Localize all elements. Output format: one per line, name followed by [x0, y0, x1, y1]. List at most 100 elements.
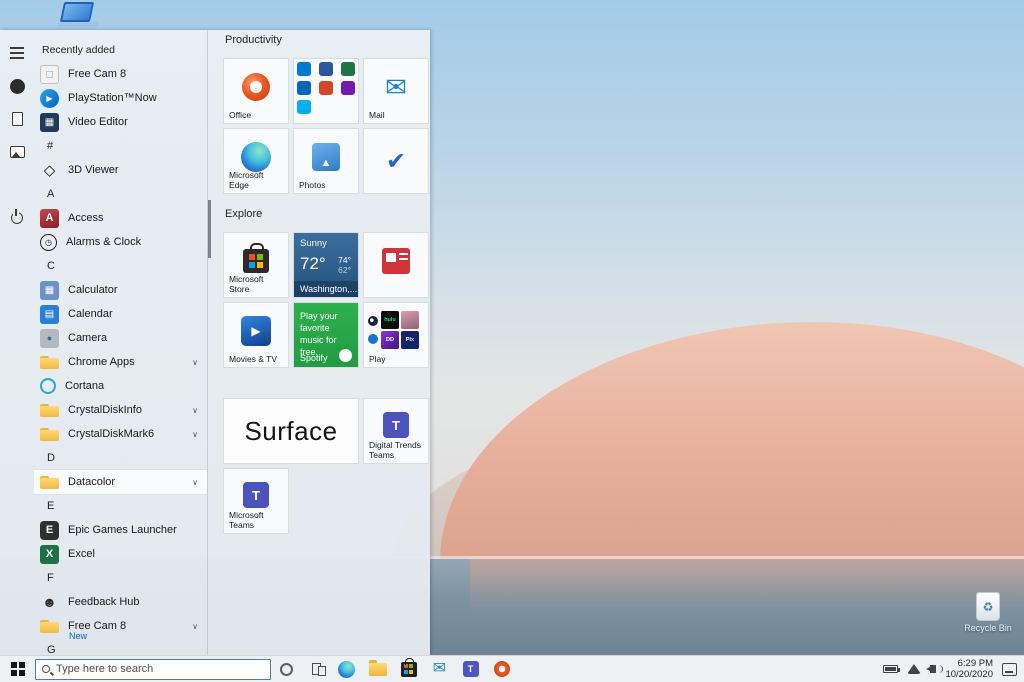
app-item-playstation-now[interactable]: ▶PlayStation™Now [34, 86, 207, 110]
tile-label: Mail [369, 110, 425, 120]
feedback-hub-icon: ☻ [40, 593, 59, 612]
app-list-letter-D[interactable]: D [34, 446, 207, 470]
file-explorer-icon [369, 663, 387, 676]
action-center-icon[interactable] [1002, 663, 1017, 676]
tile-digital-trends-teams[interactable]: TDigital Trends Teams [363, 398, 429, 464]
app-item-3d-viewer[interactable]: ◇3D Viewer [34, 158, 207, 182]
taskbar-file-explorer-button[interactable] [362, 656, 393, 682]
taskbar-office-button[interactable] [486, 656, 517, 682]
excel-icon [341, 62, 355, 76]
search-input[interactable] [56, 663, 264, 675]
calendar-icon: ▤ [40, 305, 59, 324]
documents-button[interactable] [4, 106, 30, 132]
app-item-alarms-clock[interactable]: ◷Alarms & Clock [34, 230, 207, 254]
tile-label: Microsoft Edge [229, 170, 285, 190]
cortana-button[interactable] [271, 656, 301, 682]
store-pane [257, 254, 263, 260]
tile-weather-tile[interactable]: Sunny72°74°62°Washington,... [293, 232, 359, 298]
tile-label: Digital Trends Teams [369, 440, 425, 460]
hulu-icon: hulu [381, 311, 399, 329]
recycle-bin-label: Recycle Bin [952, 623, 1024, 633]
tile-photos[interactable]: ▲Photos [293, 128, 359, 194]
app-item-feedback-hub[interactable]: ☻ Feedback Hub [34, 590, 207, 614]
volume-icon[interactable] [930, 665, 936, 673]
app-folder-crystaldiskinfo[interactable]: CrystalDiskInfo∨ [34, 398, 207, 422]
app-item-calendar[interactable]: ▤Calendar [34, 302, 207, 326]
store-pane [404, 664, 408, 668]
desktop-shortcut-icon[interactable] [58, 2, 98, 29]
store-icon [243, 249, 269, 273]
app-folder-chrome-apps[interactable]: Chrome Apps∨ [34, 350, 207, 374]
taskbar-clock[interactable]: 6:29 PM 10/20/2020 [945, 658, 993, 681]
tile-groups: ProductivityOffice✉MailMicrosoft Edge▲Ph… [223, 34, 418, 534]
app-label: Feedback Hub [68, 596, 140, 608]
tile-todo-icon[interactable]: ✔ [363, 128, 429, 194]
power-button[interactable] [4, 205, 30, 231]
app-item-epic-games-launcher[interactable]: EEpic Games Launcher [34, 518, 207, 542]
power-icon [11, 212, 23, 224]
tile-mail[interactable]: ✉Mail [363, 58, 429, 124]
taskbar-search[interactable] [35, 659, 271, 680]
tile-play[interactable]: huluDDPixPlay [363, 302, 429, 368]
spotify-icon [339, 349, 352, 362]
app-folder-datacolor[interactable]: Datacolor∨ [34, 470, 207, 494]
tile-office-suite-cluster[interactable] [293, 58, 359, 124]
app-list-letter-C[interactable]: C [34, 254, 207, 278]
taskbar-store-button[interactable] [393, 656, 424, 682]
tile-office[interactable]: Office [223, 58, 289, 124]
user-button[interactable] [4, 73, 30, 99]
app-item-video-editor[interactable]: ▦Video Editor [34, 110, 207, 134]
app-list-letter-G[interactable]: G [34, 638, 207, 655]
taskbar-teams-button[interactable]: T [455, 656, 486, 682]
wifi-icon[interactable] [907, 664, 921, 674]
tile-surface[interactable]: Surface [223, 398, 359, 464]
app-item-camera[interactable]: ●Camera [34, 326, 207, 350]
app-list-letter-#[interactable]: # [34, 134, 207, 158]
recycle-bin-icon: ♻ [976, 592, 1000, 621]
app-label: Video Editor [68, 116, 128, 128]
taskbar-edge-button[interactable] [331, 656, 362, 682]
onenote-icon [341, 81, 355, 95]
app-item-excel[interactable]: XExcel [34, 542, 207, 566]
tile-movies-tv[interactable]: ▶Movies & TV [223, 302, 289, 368]
free-cam-icon: ◻ [40, 65, 59, 84]
app-item-free-cam-8[interactable]: ◻Free Cam 8 [34, 62, 207, 86]
tile-label: Photos [299, 180, 355, 190]
chevron-down-icon: ∨ [192, 622, 198, 631]
taskbar-mail-button[interactable]: ✉ [424, 656, 455, 682]
edge-icon [338, 661, 355, 678]
app-item-access[interactable]: AAccess [34, 206, 207, 230]
access-icon: A [40, 209, 59, 228]
app-item-cortana[interactable]: Cortana [34, 374, 207, 398]
app-label: Epic Games Launcher [68, 524, 177, 536]
pictures-button[interactable] [4, 139, 30, 165]
start-menu: Recently added◻Free Cam 8▶PlayStation™No… [0, 30, 430, 655]
settings-button[interactable] [4, 172, 30, 198]
tile-microsoft-store[interactable]: Microsoft Store [223, 232, 289, 298]
tile-panel-scrollbar[interactable] [208, 200, 211, 258]
app-folder-free-cam-8[interactable]: Free Cam 8New∨ [34, 614, 207, 638]
app-item-calculator[interactable]: ▦Calculator [34, 278, 207, 302]
task-view-button[interactable] [301, 656, 331, 682]
wallpaper-dune-reflection [470, 559, 1024, 611]
app-list-letter-A[interactable]: A [34, 182, 207, 206]
recycle-bin[interactable]: ♻ Recycle Bin [952, 592, 1024, 633]
tile-spotify[interactable]: Play your favorite music for free.Spotif… [293, 302, 359, 368]
battery-icon[interactable] [883, 665, 898, 673]
app-sub-label: New [69, 631, 87, 641]
app-list-letter-F[interactable]: F [34, 566, 207, 590]
tile-news-icon[interactable] [363, 232, 429, 298]
app-list-letter-E[interactable]: E [34, 494, 207, 518]
store-pane [249, 262, 255, 268]
hamburger-button[interactable] [4, 40, 30, 66]
alarms-clock-icon: ◷ [40, 234, 57, 251]
powerpoint-icon [319, 81, 333, 95]
camera-icon: ● [40, 329, 59, 348]
chevron-down-icon: ∨ [192, 430, 198, 439]
app-list: Recently added◻Free Cam 8▶PlayStation™No… [34, 30, 207, 655]
tile-microsoft-teams[interactable]: TMicrosoft Teams [223, 468, 289, 534]
start-button[interactable] [5, 656, 31, 682]
tile-microsoft-edge[interactable]: Microsoft Edge [223, 128, 289, 194]
app-folder-crystaldiskmark6[interactable]: CrystalDiskMark6∨ [34, 422, 207, 446]
pictures-icon [10, 146, 25, 158]
